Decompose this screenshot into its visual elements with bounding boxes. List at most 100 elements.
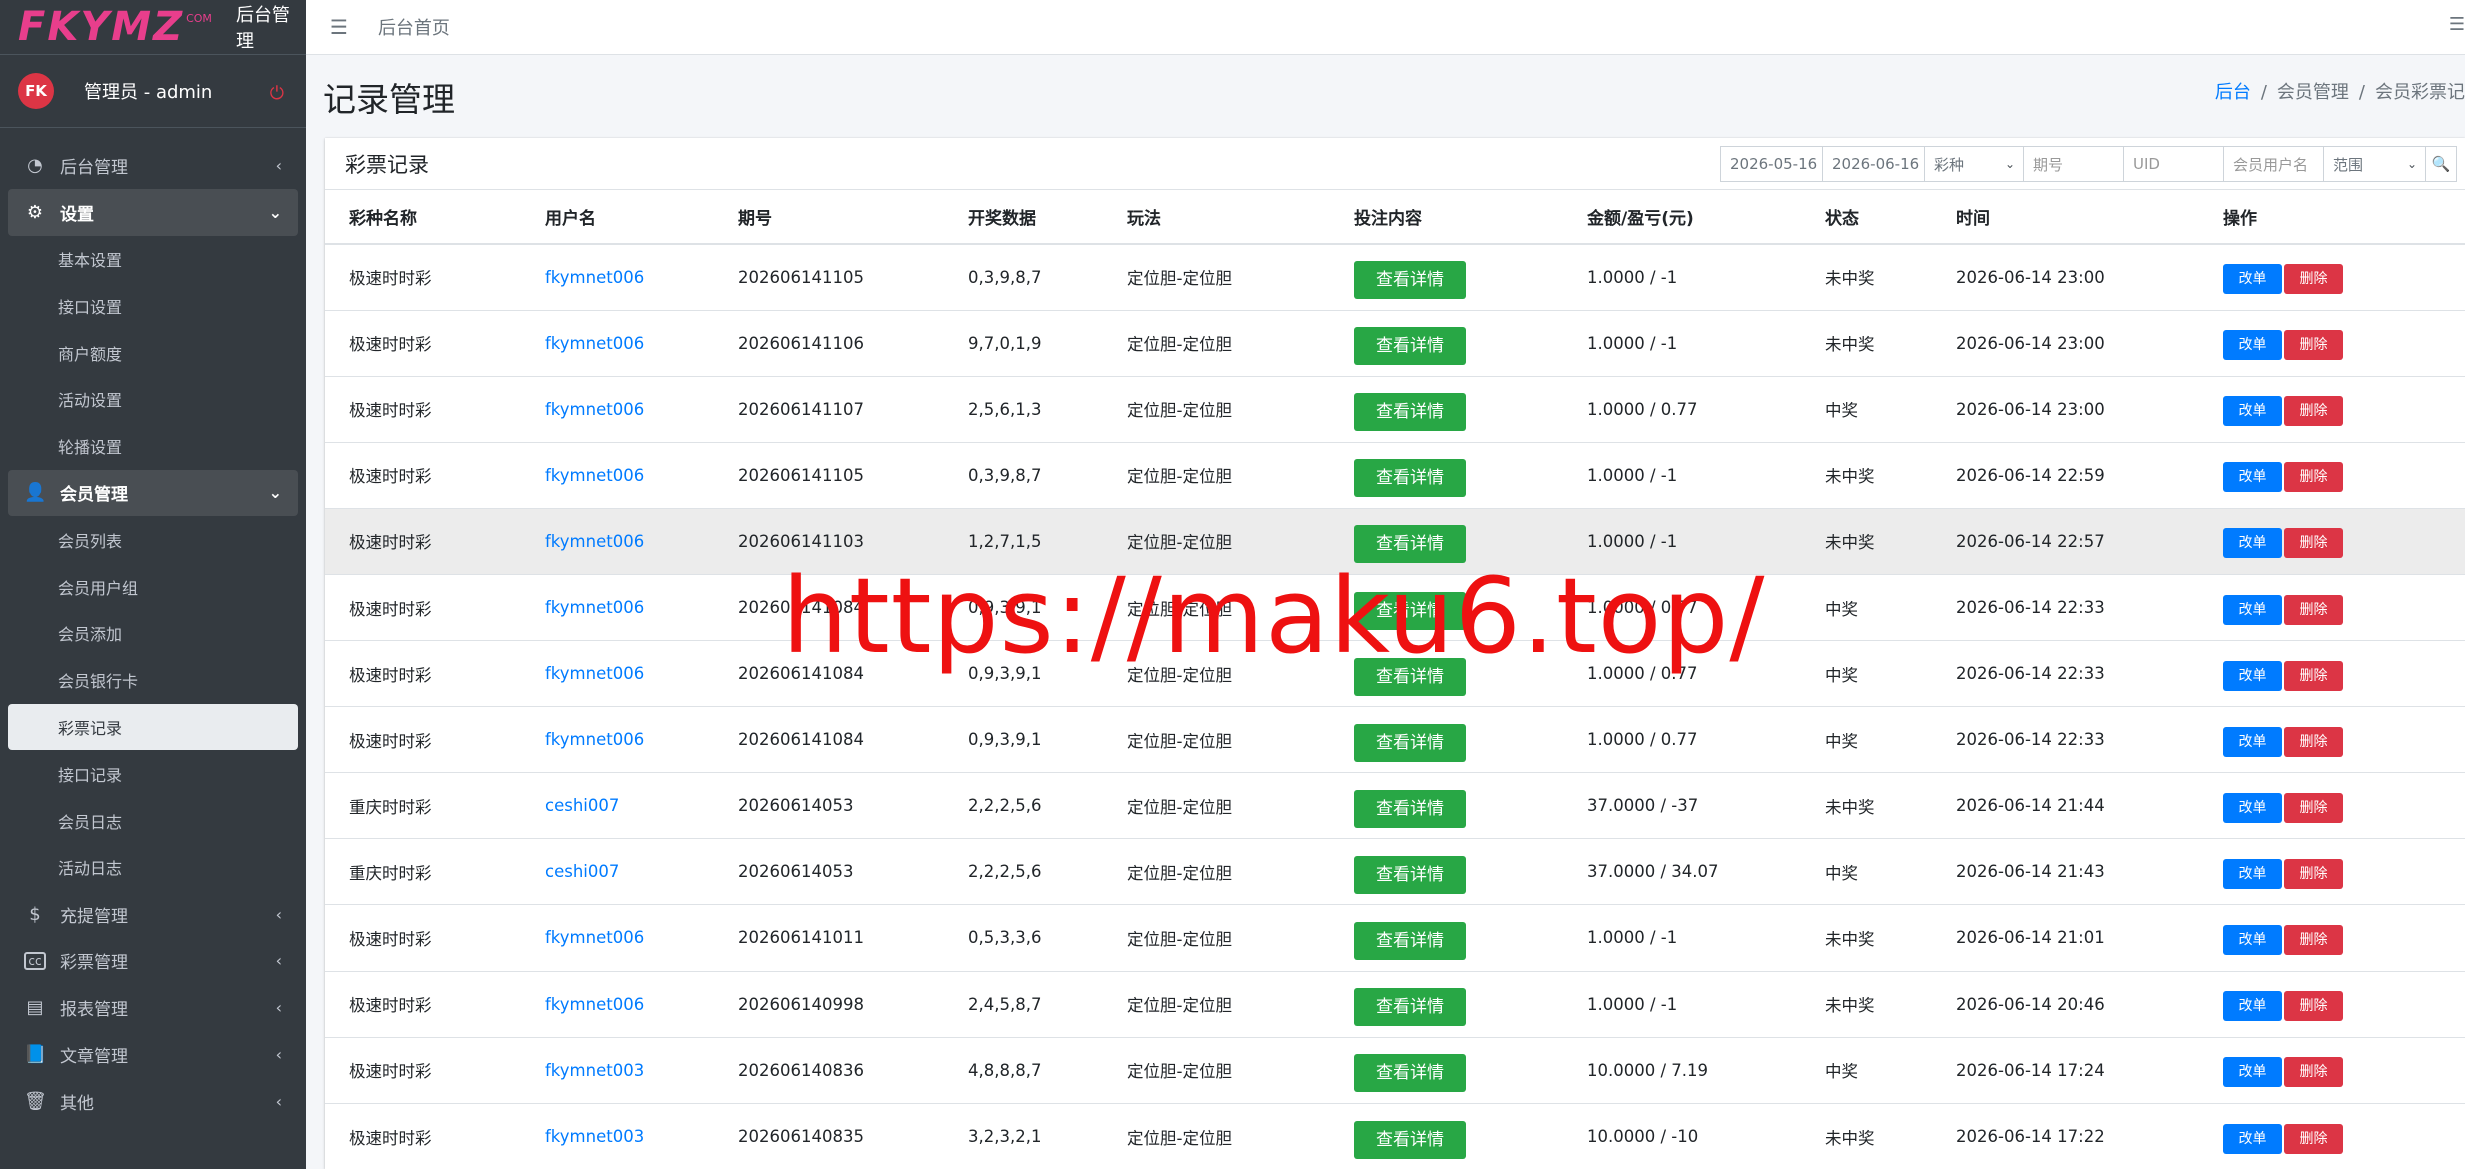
sidebar-subitem-activity-settings[interactable]: 活动设置 <box>8 376 298 423</box>
edit-order-button[interactable]: 改单 <box>2223 858 2282 889</box>
search-button[interactable]: 🔍 <box>2425 146 2457 182</box>
sidebar-subitem-lottery-records[interactable]: 彩票记录 <box>8 703 298 751</box>
issue-input[interactable]: 期号 <box>2023 146 2124 182</box>
view-details-button[interactable]: 查看详情 <box>1354 393 1466 432</box>
range-select[interactable]: 范围 ⌄ <box>2323 146 2426 182</box>
view-details-button[interactable]: 查看详情 <box>1354 261 1466 300</box>
power-icon[interactable]: ⏻ <box>270 83 284 104</box>
edit-order-button[interactable]: 改单 <box>2223 396 2282 427</box>
brand[interactable]: FKYMZ COM 后台管理 <box>0 0 306 55</box>
view-details-button[interactable]: 查看详情 <box>1354 988 1466 1027</box>
delete-button[interactable]: 删除 <box>2284 594 2343 625</box>
cell-username-link[interactable]: fkymnet006 <box>521 573 714 641</box>
delete-button[interactable]: 删除 <box>2284 924 2343 955</box>
cell-username-link[interactable]: fkymnet006 <box>521 970 714 1038</box>
cell-username-link[interactable]: fkymnet006 <box>521 706 714 773</box>
cell-actions: 改单 删除 <box>2199 904 2465 972</box>
edit-order-button[interactable]: 改单 <box>2223 528 2282 559</box>
view-details-button[interactable]: 查看详情 <box>1354 657 1466 696</box>
delete-button[interactable]: 删除 <box>2284 264 2343 295</box>
edit-order-button[interactable]: 改单 <box>2223 462 2282 493</box>
edit-order-button[interactable]: 改单 <box>2223 792 2282 823</box>
edit-order-button[interactable]: 改单 <box>2223 726 2282 757</box>
cell-username-link[interactable]: ceshi007 <box>521 838 714 905</box>
edit-order-button[interactable]: 改单 <box>2223 991 2282 1022</box>
sidebar-subitem-member-list[interactable]: 会员列表 <box>8 516 298 563</box>
sidebar-item-members[interactable]: 👤 会员管理 ⌄ <box>8 469 298 517</box>
delete-button[interactable]: 删除 <box>2284 1123 2343 1154</box>
sidebar-item-deposits[interactable]: $ 充提管理 ‹ <box>8 891 298 938</box>
edit-order-button[interactable]: 改单 <box>2223 330 2282 361</box>
sidebar-subitem-basic-settings[interactable]: 基本设置 <box>8 236 298 283</box>
menu-toggle-icon[interactable]: ☰ <box>330 15 348 39</box>
trash-icon: 🗑 <box>24 1090 47 1112</box>
cell-bet-content: 查看详情 <box>1330 772 1563 839</box>
sidebar-subitem-member-groups[interactable]: 会员用户组 <box>8 563 298 610</box>
cell-username-link[interactable]: fkymnet006 <box>521 507 714 575</box>
cell-username-link[interactable]: fkymnet003 <box>521 1036 714 1104</box>
lottery-select[interactable]: 彩种 ⌄ <box>1924 146 2024 182</box>
sidebar-subitem-api-records[interactable]: 接口记录 <box>8 750 298 797</box>
date-start-input[interactable]: 2026-05-16 <box>1720 146 1823 182</box>
cell-username-link[interactable]: fkymnet006 <box>521 243 714 311</box>
sidebar-item-lottery[interactable]: cc 彩票管理 ‹ <box>8 938 298 985</box>
sidebar-subitem-carousel-settings[interactable]: 轮播设置 <box>8 423 298 470</box>
delete-button[interactable]: 删除 <box>2284 1057 2343 1088</box>
col-time: 时间 <box>1932 190 2199 245</box>
view-details-button[interactable]: 查看详情 <box>1354 327 1466 366</box>
delete-button[interactable]: 删除 <box>2284 330 2343 361</box>
edit-order-button[interactable]: 改单 <box>2223 660 2282 691</box>
gear-icon: ⚙ <box>26 201 44 223</box>
edit-order-button[interactable]: 改单 <box>2223 1057 2282 1088</box>
delete-button[interactable]: 删除 <box>2284 396 2343 427</box>
breadcrumb-home[interactable]: 后台 <box>2215 82 2251 103</box>
sidebar-item-settings[interactable]: ⚙ 设置 ⌄ <box>8 188 298 236</box>
edit-order-button[interactable]: 改单 <box>2223 264 2282 295</box>
edit-order-button[interactable]: 改单 <box>2223 594 2282 625</box>
delete-button[interactable]: 删除 <box>2284 462 2343 493</box>
lottery-select-value: 彩种 <box>1934 155 1965 174</box>
view-details-button[interactable]: 查看详情 <box>1354 591 1466 630</box>
view-details-button[interactable]: 查看详情 <box>1354 459 1466 498</box>
delete-button[interactable]: 删除 <box>2284 660 2343 691</box>
edit-order-button[interactable]: 改单 <box>2223 1123 2282 1154</box>
sidebar-subitem-member-add[interactable]: 会员添加 <box>8 610 298 657</box>
sidebar-item-reports[interactable]: ▤ 报表管理 ‹ <box>8 984 298 1031</box>
view-details-button[interactable]: 查看详情 <box>1354 789 1466 828</box>
view-details-button[interactable]: 查看详情 <box>1354 525 1466 564</box>
view-details-button[interactable]: 查看详情 <box>1354 921 1466 960</box>
sidebar-item-other[interactable]: 🗑 其他 ‹ <box>8 1078 298 1125</box>
navbar-menu-icon[interactable]: ☰ <box>2449 14 2465 35</box>
date-end-input[interactable]: 2026-06-16 <box>1822 146 1925 182</box>
card-header: 彩票记录 2026-05-16 2026-06-16 彩种 ⌄ 期号 UID 会… <box>325 138 2465 190</box>
cell-draw-data: 0,9,3,9,1 <box>944 640 1103 707</box>
sidebar-subitem-activity-logs[interactable]: 活动日志 <box>8 844 298 891</box>
view-details-button[interactable]: 查看详情 <box>1354 855 1466 894</box>
sidebar-subitem-api-settings[interactable]: 接口设置 <box>8 282 298 329</box>
view-details-button[interactable]: 查看详情 <box>1354 1054 1466 1093</box>
delete-button[interactable]: 删除 <box>2284 528 2343 559</box>
sidebar-subitem-member-logs[interactable]: 会员日志 <box>8 797 298 844</box>
cell-username-link[interactable]: fkymnet006 <box>521 640 714 707</box>
view-details-button[interactable]: 查看详情 <box>1354 723 1466 762</box>
nav-home-link[interactable]: 后台首页 <box>378 14 450 40</box>
delete-button[interactable]: 删除 <box>2284 792 2343 823</box>
cell-username-link[interactable]: fkymnet006 <box>521 309 714 377</box>
edit-order-button[interactable]: 改单 <box>2223 924 2282 955</box>
delete-button[interactable]: 删除 <box>2284 858 2343 889</box>
cell-username-link[interactable]: fkymnet006 <box>521 904 714 972</box>
sidebar-subitem-merchant-quota[interactable]: 商户额度 <box>8 329 298 376</box>
delete-button[interactable]: 删除 <box>2284 991 2343 1022</box>
username-input[interactable]: 会员用户名 <box>2223 146 2324 182</box>
delete-button[interactable]: 删除 <box>2284 726 2343 757</box>
sidebar-item-articles[interactable]: 📘 文章管理 ‹ <box>8 1031 298 1078</box>
cell-username-link[interactable]: fkymnet006 <box>521 441 714 509</box>
view-details-button[interactable]: 查看详情 <box>1354 1120 1466 1159</box>
cell-username-link[interactable]: fkymnet003 <box>521 1102 714 1169</box>
cell-username-link[interactable]: fkymnet006 <box>521 375 714 443</box>
cell-username-link[interactable]: ceshi007 <box>521 772 714 839</box>
sidebar-subitem-member-bank-cards[interactable]: 会员银行卡 <box>8 657 298 704</box>
uid-input[interactable]: UID <box>2123 146 2224 182</box>
user-name[interactable]: 管理员 - admin <box>84 78 212 104</box>
sidebar-item-dashboard[interactable]: ◔ 后台管理 ‹ <box>8 142 298 189</box>
